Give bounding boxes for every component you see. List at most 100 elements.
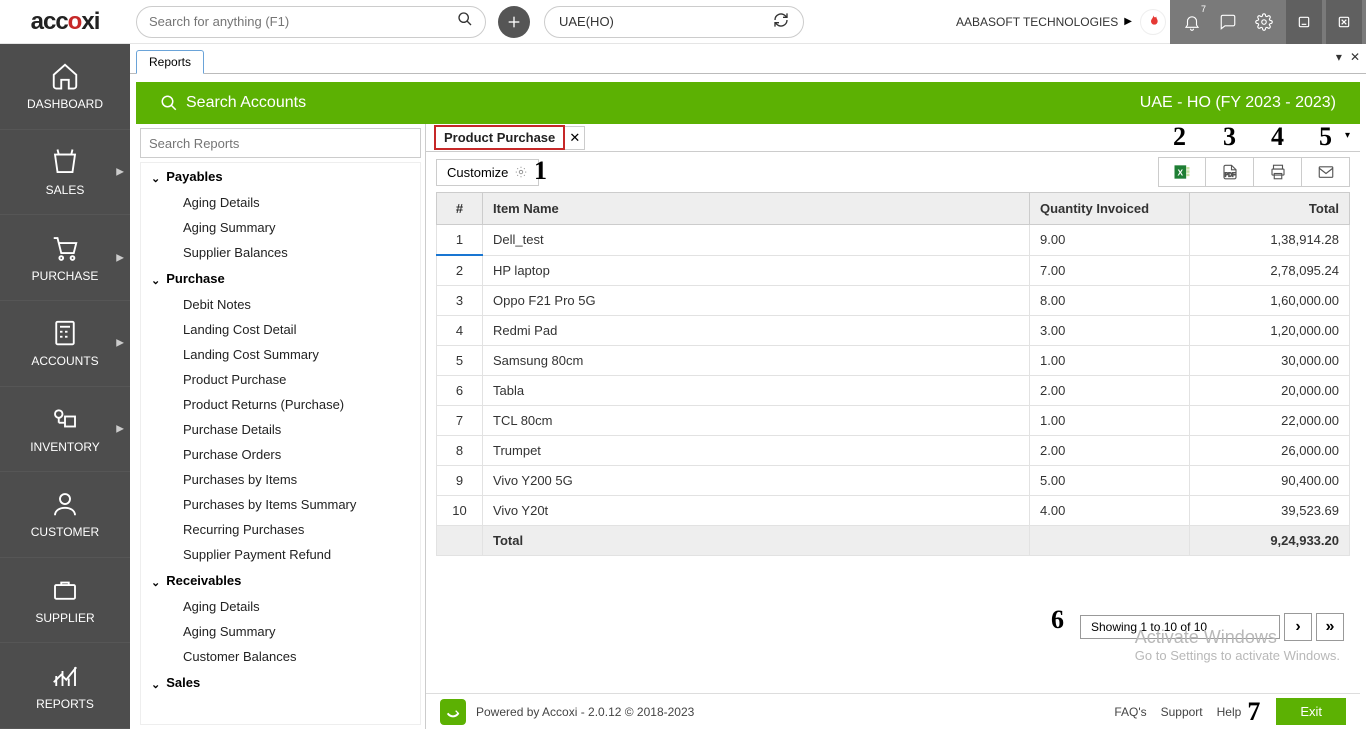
customize-label: Customize bbox=[447, 165, 508, 180]
table-row[interactable]: 10Vivo Y20t4.0039,523.69 bbox=[437, 496, 1350, 526]
tree-leaf[interactable]: Product Returns (Purchase) bbox=[141, 392, 420, 417]
global-search[interactable] bbox=[136, 6, 486, 38]
cell-index: 5 bbox=[437, 346, 483, 376]
cell-total: 90,400.00 bbox=[1190, 466, 1350, 496]
footer-faq-link[interactable]: FAQ's bbox=[1114, 705, 1146, 719]
tree-leaf[interactable]: Landing Cost Detail bbox=[141, 317, 420, 342]
tree-leaf[interactable]: Purchases by Items bbox=[141, 467, 420, 492]
close-button[interactable] bbox=[1326, 0, 1362, 44]
tree-leaf[interactable]: Aging Details bbox=[141, 594, 420, 619]
total-label: Total bbox=[483, 526, 1030, 556]
cell-item-name: Tabla bbox=[483, 376, 1030, 406]
tree-leaf[interactable]: Customer Balances bbox=[141, 644, 420, 669]
minimize-button[interactable] bbox=[1286, 0, 1322, 44]
dropdown-caret-icon[interactable]: ▾ bbox=[1345, 130, 1350, 141]
col-item-name[interactable]: Item Name bbox=[483, 193, 1030, 225]
nav-inventory[interactable]: INVENTORY▶ bbox=[0, 387, 130, 473]
nav-customer[interactable]: CUSTOMER bbox=[0, 472, 130, 558]
table-row[interactable]: 6Tabla2.0020,000.00 bbox=[437, 376, 1350, 406]
table-row[interactable]: 7TCL 80cm1.0022,000.00 bbox=[437, 406, 1350, 436]
tree-leaf[interactable]: Purchases by Items Summary bbox=[141, 492, 420, 517]
tree-leaf[interactable]: Supplier Payment Refund bbox=[141, 542, 420, 567]
logo-text-2: o bbox=[68, 8, 82, 36]
whats-new-icon[interactable] bbox=[1140, 9, 1166, 35]
col-qty[interactable]: Quantity Invoiced bbox=[1030, 193, 1190, 225]
company-selector[interactable]: UAE(HO) bbox=[544, 6, 804, 38]
tree-leaf[interactable]: Aging Summary bbox=[141, 215, 420, 240]
report-tab-product-purchase[interactable]: Product Purchase bbox=[434, 125, 565, 150]
cell-index: 8 bbox=[437, 436, 483, 466]
nav-accounts[interactable]: ACCOUNTS▶ bbox=[0, 301, 130, 387]
tab-reports[interactable]: Reports bbox=[136, 50, 204, 74]
tree-leaf[interactable]: Supplier Balances bbox=[141, 240, 420, 265]
report-tab-close[interactable]: ✕ bbox=[565, 126, 585, 150]
reports-tree[interactable]: PayablesAging DetailsAging SummarySuppli… bbox=[140, 162, 421, 725]
tree-header[interactable]: Receivables bbox=[141, 567, 420, 594]
cell-index: 6 bbox=[437, 376, 483, 406]
tree-leaf[interactable]: Aging Summary bbox=[141, 619, 420, 644]
tree-header[interactable]: Purchase bbox=[141, 265, 420, 292]
search-icon[interactable] bbox=[457, 11, 473, 32]
exit-button[interactable]: Exit bbox=[1276, 698, 1346, 725]
watermark-line2: Go to Settings to activate Windows. bbox=[1135, 648, 1340, 663]
org-name[interactable]: AABASOFT TECHNOLOGIES bbox=[956, 15, 1118, 29]
search-reports[interactable] bbox=[140, 128, 421, 158]
table-row[interactable]: 2HP laptop7.002,78,095.24 bbox=[437, 255, 1350, 286]
main-area: Reports ▾ ✕ Search Accounts UAE - HO (FY… bbox=[130, 44, 1366, 729]
cell-index: 2 bbox=[437, 255, 483, 286]
company-label: UAE(HO) bbox=[559, 14, 614, 29]
nav-reports[interactable]: REPORTS bbox=[0, 643, 130, 729]
cell-item-name: TCL 80cm bbox=[483, 406, 1030, 436]
table-row[interactable]: 4Redmi Pad3.001,20,000.00 bbox=[437, 316, 1350, 346]
tree-leaf[interactable]: Purchase Details bbox=[141, 417, 420, 442]
search-accounts-label: Search Accounts bbox=[186, 94, 306, 112]
footer-logo-icon bbox=[440, 699, 466, 725]
cell-total: 1,60,000.00 bbox=[1190, 286, 1350, 316]
total-amount: 9,24,933.20 bbox=[1190, 526, 1350, 556]
tree-leaf[interactable]: Aging Details bbox=[141, 190, 420, 215]
cell-item-name: Oppo F21 Pro 5G bbox=[483, 286, 1030, 316]
table-row[interactable]: 5Samsung 80cm1.0030,000.00 bbox=[437, 346, 1350, 376]
cell-index: 3 bbox=[437, 286, 483, 316]
nav-purchase[interactable]: PURCHASE▶ bbox=[0, 215, 130, 301]
tree-header[interactable]: Payables bbox=[141, 163, 420, 190]
pager-area: 6 Showing 1 to 10 of 10 › » Activate Win… bbox=[426, 613, 1360, 693]
chat-button[interactable] bbox=[1210, 0, 1246, 44]
export-buttons: X PDF bbox=[1158, 157, 1350, 187]
report-table-wrap[interactable]: # Item Name Quantity Invoiced Total 1Del… bbox=[436, 192, 1350, 613]
sync-icon[interactable] bbox=[773, 12, 789, 31]
tree-leaf[interactable]: Landing Cost Summary bbox=[141, 342, 420, 367]
print-button[interactable] bbox=[1254, 157, 1302, 187]
nav-dashboard[interactable]: DASHBOARD bbox=[0, 44, 130, 130]
export-pdf-button[interactable]: PDF bbox=[1206, 157, 1254, 187]
footer-links: FAQ's Support Help bbox=[1114, 705, 1241, 719]
nav-supplier[interactable]: SUPPLIER bbox=[0, 558, 130, 644]
col-index[interactable]: # bbox=[437, 193, 483, 225]
global-search-input[interactable] bbox=[149, 14, 457, 29]
export-excel-button[interactable]: X bbox=[1158, 157, 1206, 187]
customize-button[interactable]: Customize bbox=[436, 159, 539, 186]
search-accounts-bar[interactable]: Search Accounts UAE - HO (FY 2023 - 2023… bbox=[136, 82, 1360, 124]
tree-leaf[interactable]: Debit Notes bbox=[141, 292, 420, 317]
notifications-button[interactable]: 7 bbox=[1174, 0, 1210, 44]
tab-close-icon[interactable]: ✕ bbox=[1350, 50, 1360, 64]
table-row[interactable]: 9Vivo Y200 5G5.0090,400.00 bbox=[437, 466, 1350, 496]
table-row[interactable]: 3Oppo F21 Pro 5G8.001,60,000.00 bbox=[437, 286, 1350, 316]
email-button[interactable] bbox=[1302, 157, 1350, 187]
nav-sales[interactable]: SALES▶ bbox=[0, 130, 130, 216]
tree-leaf[interactable]: Purchase Orders bbox=[141, 442, 420, 467]
footer-help-link[interactable]: Help bbox=[1217, 705, 1242, 719]
tree-leaf[interactable]: Recurring Purchases bbox=[141, 517, 420, 542]
tree-leaf[interactable]: Product Purchase bbox=[141, 367, 420, 392]
cell-total: 39,523.69 bbox=[1190, 496, 1350, 526]
add-button[interactable] bbox=[498, 6, 530, 38]
tab-minimize-icon[interactable]: ▾ bbox=[1336, 50, 1342, 64]
table-row[interactable]: 8Trumpet2.0026,000.00 bbox=[437, 436, 1350, 466]
tree-header[interactable]: Sales bbox=[141, 669, 420, 696]
footer-support-link[interactable]: Support bbox=[1161, 705, 1203, 719]
settings-button[interactable] bbox=[1246, 0, 1282, 44]
table-row[interactable]: 1Dell_test9.001,38,914.28 bbox=[437, 225, 1350, 256]
col-total[interactable]: Total bbox=[1190, 193, 1350, 225]
cell-total: 1,20,000.00 bbox=[1190, 316, 1350, 346]
search-reports-input[interactable] bbox=[149, 136, 412, 151]
